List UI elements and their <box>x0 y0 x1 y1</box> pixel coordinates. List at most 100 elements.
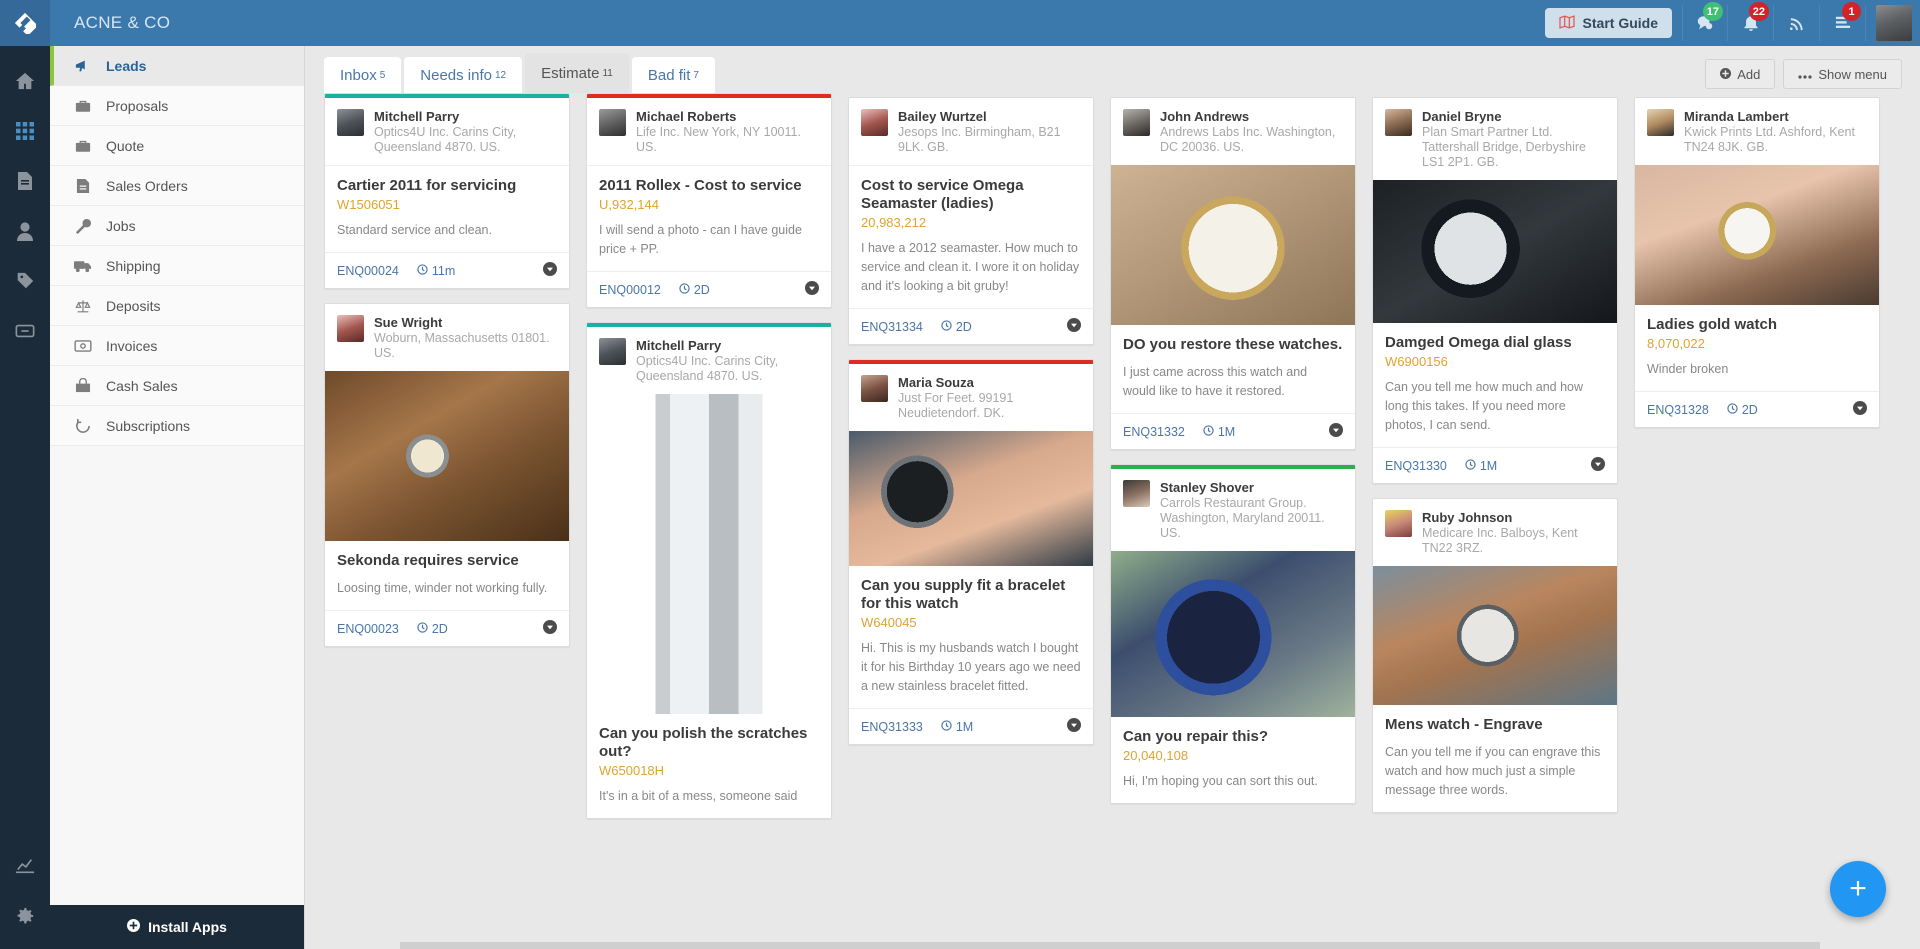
tasks-icon[interactable]: 1 <box>1820 2 1866 41</box>
sidebar-item-quote[interactable]: Quote <box>50 126 304 166</box>
lead-card[interactable]: Ruby Johnson Medicare Inc. Balboys, Kent… <box>1372 498 1618 813</box>
card-footer: ENQ00024 11m <box>325 252 569 288</box>
card-contact: John Andrews Andrews Labs Inc. Washingto… <box>1111 98 1355 165</box>
chevron-down-icon[interactable] <box>543 620 557 637</box>
sidebar-item-subscriptions[interactable]: Subscriptions <box>50 406 304 446</box>
scales-icon <box>74 298 92 314</box>
start-guide-button[interactable]: Start Guide <box>1544 8 1672 38</box>
add-fab-button[interactable]: + <box>1830 861 1886 917</box>
chat-badge: 17 <box>1702 2 1723 21</box>
user-avatar[interactable] <box>1876 5 1912 41</box>
rss-icon[interactable] <box>1774 5 1820 41</box>
sidebar-item-deposits[interactable]: Deposits <box>50 286 304 326</box>
tab-needs-info[interactable]: Needs info 12 <box>404 57 523 93</box>
card-contact: Ruby Johnson Medicare Inc. Balboys, Kent… <box>1373 499 1617 566</box>
tab-label: Estimate <box>541 64 600 82</box>
contact-org: Jesops Inc. Birmingham, B21 9LK. GB. <box>898 125 1061 154</box>
sidebar-item-invoices[interactable]: Invoices <box>50 326 304 366</box>
enquiry-id[interactable]: ENQ31333 <box>861 720 923 734</box>
card-footer: ENQ31328 2D <box>1635 391 1879 427</box>
lead-card[interactable]: Mitchell Parry Optics4U Inc. Carins City… <box>324 93 570 289</box>
chart-icon[interactable] <box>0 841 50 891</box>
board-column: John Andrews Andrews Labs Inc. Washingto… <box>1110 93 1356 949</box>
card-title: Can you supply fit a bracelet for this w… <box>861 577 1066 612</box>
chevron-down-icon[interactable] <box>543 262 557 279</box>
avatar <box>1385 109 1412 136</box>
lead-card[interactable]: Stanley Shover Carrols Restaurant Group.… <box>1110 464 1356 804</box>
avatar <box>1123 480 1150 507</box>
tab-label: Bad fit <box>647 66 691 84</box>
contact-name: Miranda Lambert <box>1684 109 1789 124</box>
card-footer: ENQ00012 2D <box>587 271 831 307</box>
top-bar-icon-group: 17 22 1 <box>1682 2 1866 41</box>
add-button[interactable]: Add <box>1705 59 1776 89</box>
chevron-down-icon[interactable] <box>1329 423 1343 440</box>
lead-card[interactable]: Bailey Wurtzel Jesops Inc. Birmingham, B… <box>848 97 1094 345</box>
lead-card[interactable]: Sue Wright Woburn, Massachusetts 01801. … <box>324 303 570 647</box>
enquiry-id[interactable]: ENQ00024 <box>337 264 399 278</box>
sidebar-item-jobs[interactable]: Jobs <box>50 206 304 246</box>
clock-icon <box>417 263 428 278</box>
enquiry-id[interactable]: ENQ31330 <box>1385 459 1447 473</box>
enquiry-id[interactable]: ENQ31334 <box>861 320 923 334</box>
card-title: Damged Omega dial glass <box>1385 334 1572 351</box>
enquiry-id[interactable]: ENQ00012 <box>599 283 661 297</box>
sidebar-item-sales-orders[interactable]: Sales Orders <box>50 166 304 206</box>
start-guide-label: Start Guide <box>1582 15 1658 31</box>
show-menu-label: Show menu <box>1818 66 1887 82</box>
card-body: Can you polish the scratches out? W65001… <box>587 714 831 818</box>
lead-card[interactable]: Miranda Lambert Kwick Prints Ltd. Ashfor… <box>1634 97 1880 428</box>
sidebar-item-label: Subscriptions <box>106 417 191 434</box>
lead-card[interactable]: Daniel Bryne Plan Smart Partner Ltd. Tat… <box>1372 97 1618 484</box>
horizontal-scrollbar[interactable] <box>400 942 1820 949</box>
tab-estimate[interactable]: Estimate 11 <box>525 53 629 93</box>
home-icon[interactable] <box>0 56 50 106</box>
avatar <box>1385 510 1412 537</box>
chevron-down-icon[interactable] <box>1067 718 1081 735</box>
tab-inbox[interactable]: Inbox 5 <box>324 57 402 93</box>
card-description: I will send a photo - can I have guide p… <box>599 223 802 256</box>
enquiry-id[interactable]: ENQ00023 <box>337 622 399 636</box>
chevron-down-icon[interactable] <box>1853 401 1867 418</box>
install-apps-button[interactable]: Install Apps <box>50 905 304 949</box>
sidebar-item-shipping[interactable]: Shipping <box>50 246 304 286</box>
gear-icon[interactable] <box>0 891 50 941</box>
avatar <box>861 375 888 402</box>
kanban-board: Mitchell Parry Optics4U Inc. Carins City… <box>306 93 1920 949</box>
contact-org: Andrews Labs Inc. Washington, DC 20036. … <box>1160 125 1336 154</box>
lead-card[interactable]: Michael Roberts Life Inc. New York, NY 1… <box>586 93 832 308</box>
ellipsis-icon <box>1798 67 1812 82</box>
enquiry-id[interactable]: ENQ31328 <box>1647 403 1709 417</box>
tab-label: Inbox <box>340 66 377 84</box>
card-footer: ENQ00023 2D <box>325 610 569 646</box>
sidebar-item-label: Cash Sales <box>106 377 178 394</box>
drawer-icon[interactable] <box>0 306 50 356</box>
sidebar-item-cash-sales[interactable]: Cash Sales <box>50 366 304 406</box>
sidebar-item-leads[interactable]: Leads <box>50 46 304 86</box>
tab-bad-fit[interactable]: Bad fit 7 <box>631 57 715 93</box>
chevron-down-icon[interactable] <box>1067 318 1081 335</box>
tag-icon[interactable] <box>0 256 50 306</box>
user-icon[interactable] <box>0 206 50 256</box>
card-contact: Bailey Wurtzel Jesops Inc. Birmingham, B… <box>849 98 1093 165</box>
lead-card[interactable]: Mitchell Parry Optics4U Inc. Carins City… <box>586 322 832 819</box>
contact-name: Mitchell Parry <box>374 109 460 124</box>
document-icon[interactable] <box>0 156 50 206</box>
card-title: Sekonda requires service <box>337 552 519 569</box>
lead-card[interactable]: John Andrews Andrews Labs Inc. Washingto… <box>1110 97 1356 450</box>
brand-logo[interactable] <box>0 0 50 46</box>
card-photo <box>1635 165 1879 305</box>
card-title: Ladies gold watch <box>1647 316 1778 333</box>
chevron-down-icon[interactable] <box>1591 457 1605 474</box>
show-menu-button[interactable]: Show menu <box>1783 59 1902 89</box>
card-photo <box>325 371 569 541</box>
enquiry-id[interactable]: ENQ31332 <box>1123 425 1185 439</box>
bell-icon[interactable]: 22 <box>1728 2 1774 41</box>
grid-icon[interactable] <box>0 106 50 156</box>
sidebar-item-proposals[interactable]: Proposals <box>50 86 304 126</box>
chat-icon[interactable]: 17 <box>1682 2 1728 41</box>
chevron-down-icon[interactable] <box>805 281 819 298</box>
contact-org: Optics4U Inc. Carins City, Queensland 48… <box>374 125 517 154</box>
tab-count: 5 <box>379 69 386 81</box>
lead-card[interactable]: Maria Souza Just For Feet. 99191 Neudiet… <box>848 359 1094 745</box>
